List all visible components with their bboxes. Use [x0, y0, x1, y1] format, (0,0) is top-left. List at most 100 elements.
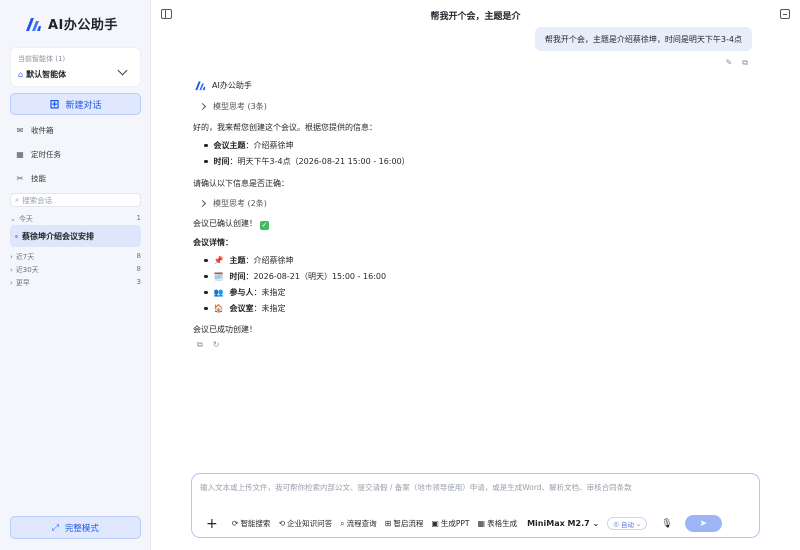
microphone-icon[interactable]: 🎙: [661, 519, 672, 529]
created-line: 会议已确认创建！ ✓: [193, 218, 269, 230]
mail-icon: ✉: [16, 126, 24, 135]
details-title: 会议详情：: [193, 238, 233, 247]
table-icon: ▦: [477, 519, 486, 528]
flow-icon: ⊞: [384, 519, 392, 528]
tool-label: 生成PPT: [440, 519, 470, 528]
chevron-down-icon: ⌄: [592, 519, 600, 528]
confirm-question: 请确认以下信息是否正确：: [193, 179, 289, 188]
group-today[interactable]: ⌄ 今天 1: [10, 214, 141, 224]
new-chat-button[interactable]: ⊞ 新建对话: [10, 93, 141, 115]
edit-icon[interactable]: ✎: [726, 58, 733, 68]
time-bullet: 时间：明天下午3-4点（2026-08-21 15:00 - 16:00）: [204, 156, 410, 167]
group-30days[interactable]: › 近30天 8: [10, 265, 141, 275]
conversation-title: 蔡徐坤介绍会议安排: [22, 231, 94, 241]
group-7days[interactable]: › 近7天 8: [10, 252, 141, 262]
model-selector[interactable]: MiniMax M2.7 ⌄: [527, 519, 599, 528]
auto-mode-toggle[interactable]: ◎ 自动 ⌄: [607, 517, 648, 530]
thinking-toggle-1[interactable]: 模型思考 (3条): [198, 101, 267, 112]
app-title: AI办公助手: [48, 18, 118, 33]
qa-icon: ⟲: [278, 519, 286, 528]
tool-start-process[interactable]: ⊞ 智启流程: [385, 518, 424, 529]
success-text: 会议已成功创建！: [193, 325, 257, 334]
tool-label: 智启流程: [393, 519, 424, 528]
chevron-down-icon: [117, 65, 128, 76]
expand-icon: ⤢: [52, 522, 59, 533]
sidebar-item-skills[interactable]: ✂ 技能: [16, 173, 46, 184]
detail-value: ：介绍蔡徐坤: [245, 256, 294, 265]
app-logo: AI办公助手: [24, 14, 118, 33]
full-mode-label: 完整模式: [64, 523, 99, 534]
page-title: 帮我开个会，主题是介: [430, 12, 521, 22]
tool-table-generate[interactable]: ▦ 表格生成: [478, 518, 518, 529]
copy-icon[interactable]: ⧉: [197, 340, 203, 350]
topic-bullet: 会议主题：介绍蔡徐坤: [204, 140, 294, 151]
sidebar-item-label: 收件箱: [31, 126, 54, 135]
group-label: 更早: [15, 279, 30, 287]
detail-participants: 👥 参与人：未指定: [204, 287, 286, 298]
search-icon: ⌕: [340, 518, 345, 528]
calendar-icon: 🗓️: [213, 272, 224, 281]
tool-label: 表格生成: [487, 519, 518, 528]
agent-name-text: 默认智能体: [26, 70, 67, 79]
detail-time: 🗓️ 时间：2026-08-21（明天）15:00 - 16:00: [204, 271, 387, 282]
auto-icon: ◎: [613, 519, 619, 528]
group-count: 1: [136, 214, 141, 222]
sidebar-item-label: 定时任务: [31, 150, 61, 159]
group-label: 近30天: [15, 266, 39, 274]
agent-name: ⌂ 默认智能体: [18, 69, 66, 80]
assistant-logo-icon: [195, 81, 206, 91]
group-count: 8: [136, 252, 141, 260]
calendar-icon: ▦: [16, 150, 24, 159]
detail-value: ：未指定: [253, 288, 286, 297]
send-icon: ➤: [699, 518, 707, 529]
refresh-icon[interactable]: ↻: [213, 340, 220, 350]
assistant-header: AI办公助手: [194, 80, 252, 91]
agent-caption: 当前智能体 (1): [18, 55, 66, 63]
chevron-down-icon: ⌄: [635, 519, 642, 528]
assistant-message-actions: ⧉ ↻: [197, 340, 219, 350]
chevron-right-icon: ›: [10, 266, 13, 274]
tool-generate-ppt[interactable]: ▣ 生成PPT: [431, 518, 469, 529]
search-spark-icon: ⟳: [231, 519, 239, 528]
sidebar-item-scheduled[interactable]: ▦ 定时任务: [16, 149, 61, 160]
chat-input-box[interactable]: 输入文本或上传文件，我可帮你检索内部公文、提交请假 / 备案（地市领导使用）申请…: [191, 473, 760, 538]
user-message-actions: ✎ ⧉: [726, 58, 748, 68]
tool-process-query[interactable]: ⌕ 流程查询: [340, 518, 376, 529]
send-button[interactable]: ➤: [684, 515, 722, 532]
tool-knowledge-qa[interactable]: ⟲ 企业知识问答: [278, 518, 332, 529]
add-attachment-button[interactable]: +: [206, 517, 218, 531]
chat-input[interactable]: 输入文本或上传文件，我可帮你检索内部公文、提交请假 / 备案（地市领导使用）申请…: [200, 482, 632, 493]
skills-icon: ✂: [16, 174, 24, 183]
chevron-right-icon: ›: [10, 253, 13, 261]
sidebar-item-label: 技能: [31, 174, 46, 183]
pin-icon: 📌: [213, 256, 224, 265]
collapse-panel-icon[interactable]: [780, 9, 790, 19]
new-chat-icon: ⊞: [49, 97, 60, 111]
sidebar: AI办公助手 当前智能体 (1) ⌂ 默认智能体 ⊞ 新建对话 ✉ 收件箱 ▦ …: [0, 0, 151, 550]
chevron-right-icon: ›: [10, 279, 13, 287]
thinking-toggle-2[interactable]: 模型思考 (2条): [198, 198, 267, 209]
detail-room: 🏠 会议室：未指定: [204, 303, 286, 314]
detail-topic: 📌 主题：介绍蔡徐坤: [204, 255, 294, 266]
chevron-down-icon: ⌄: [10, 215, 16, 223]
copy-icon[interactable]: ⧉: [742, 58, 748, 68]
group-earlier[interactable]: › 更早 3: [10, 278, 141, 288]
conversation-item-active[interactable]: 蔡徐坤介绍会议安排: [10, 225, 141, 247]
search-placeholder: 搜索会话: [22, 195, 53, 205]
check-icon: ✓: [260, 221, 269, 230]
auto-label: 自动: [620, 520, 634, 529]
tool-smart-search[interactable]: ⟳ 智能搜索: [232, 518, 271, 529]
tool-label: 流程查询: [346, 519, 377, 528]
agent-selector[interactable]: 当前智能体 (1) ⌂ 默认智能体: [10, 47, 141, 87]
logo-icon: [26, 17, 41, 31]
thinking-label: 模型思考 (3条): [213, 102, 267, 111]
chevron-right-icon: [198, 199, 207, 208]
detail-label: 会议室: [229, 304, 254, 313]
active-dot: [15, 234, 18, 238]
detail-label: 主题: [229, 256, 246, 265]
conversation-search-input[interactable]: ⌕ 搜索会话: [10, 193, 141, 207]
tool-label: 智能搜索: [240, 519, 271, 528]
sidebar-item-inbox[interactable]: ✉ 收件箱: [16, 125, 54, 136]
full-mode-button[interactable]: ⤢ 完整模式: [10, 516, 141, 539]
group-label: 近7天: [15, 253, 35, 261]
